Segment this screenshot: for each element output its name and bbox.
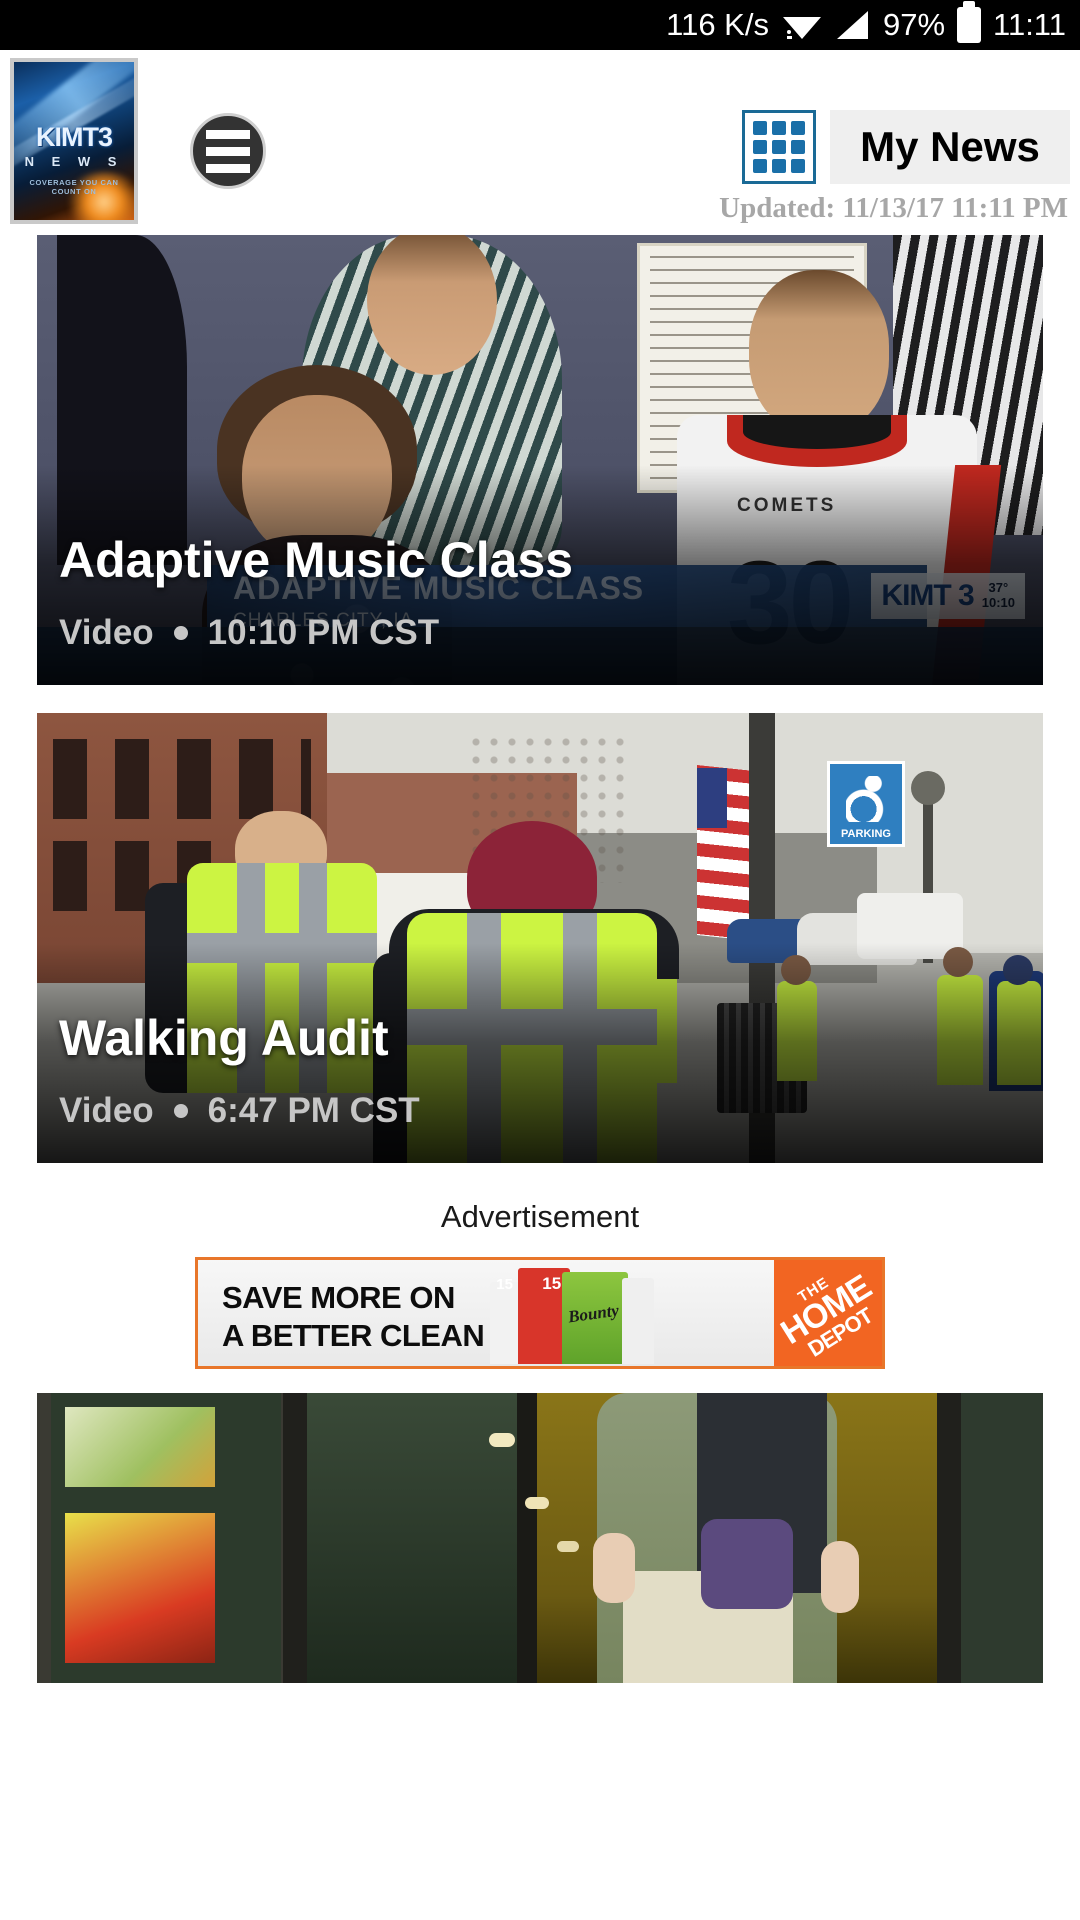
grid-cell	[791, 140, 805, 154]
storefront-glass-right	[961, 1393, 1043, 1683]
card-title: Adaptive Music Class	[59, 532, 574, 588]
my-news-button[interactable]: My News	[830, 110, 1070, 184]
grid-cell	[791, 121, 805, 135]
meta-separator-dot-icon	[173, 626, 188, 640]
ad-headline-line-2: A BETTER CLEAN	[222, 1318, 485, 1353]
ad-headline: SAVE MORE ON A BETTER CLEAN	[198, 1260, 485, 1366]
status-bar: 116 K/s 97% 11:11	[0, 0, 1080, 50]
advertisement-section: Advertisement SAVE MORE ON A BETTER CLEA…	[0, 1191, 1080, 1369]
ceiling-light-3	[557, 1541, 579, 1552]
grid-cell	[791, 159, 805, 173]
clock-text: 11:11	[993, 7, 1066, 42]
app-header: KIMT3 N E W S COVERAGE YOU CAN COUNT ON …	[0, 50, 1080, 235]
hamburger-bar-2	[206, 146, 250, 156]
product-badge-1-text: 15	[496, 1276, 513, 1293]
station-logo-artwork: KIMT3 N E W S COVERAGE YOU CAN COUNT ON	[14, 62, 134, 220]
grid-cell	[772, 140, 786, 154]
home-depot-logo: THE HOME DEPOT	[774, 1260, 882, 1366]
door-post-middle	[517, 1393, 537, 1683]
card-timestamp: 6:47 PM CST	[207, 1091, 420, 1130]
door-post-right	[937, 1393, 961, 1683]
meta-separator-dot-icon	[173, 1104, 188, 1118]
station-logo[interactable]: KIMT3 N E W S COVERAGE YOU CAN COUNT ON	[10, 58, 138, 224]
home-depot-logo-text: THE HOME DEPOT	[774, 1260, 882, 1366]
ad-headline-line-1: SAVE MORE ON	[222, 1280, 455, 1316]
street-lamp-head	[911, 771, 945, 805]
window-poster-bottom	[65, 1513, 215, 1663]
hamburger-bar-3	[206, 163, 250, 173]
ad-product-image: 15 15 Bounty	[484, 1260, 774, 1366]
card-timestamp: 10:10 PM CST	[207, 613, 440, 652]
card-meta: Video 10:10 PM CST	[59, 613, 439, 653]
hamburger-bar-1	[206, 129, 250, 139]
battery-percent-text: 97%	[882, 7, 946, 42]
window-poster-top	[65, 1407, 215, 1487]
last-updated-text: Updated: 11/13/17 11:11 PM	[719, 192, 1068, 224]
grid-view-icon[interactable]	[742, 110, 816, 184]
boy-head	[749, 270, 889, 435]
news-feed-continued	[0, 1393, 1080, 1683]
product-badge-2-text: 15	[542, 1274, 562, 1293]
person-hand-right	[821, 1541, 859, 1613]
card-thumbnail-image	[37, 1393, 1043, 1683]
card-title: Walking Audit	[59, 1010, 389, 1066]
product-pack-white-2	[622, 1278, 655, 1364]
news-card-walking-audit[interactable]: PARKING Walking Audit Video 6:47 PM CST	[37, 713, 1043, 1163]
person-hand-left	[593, 1533, 635, 1603]
battery-icon	[957, 1, 982, 43]
grid-cell	[772, 121, 786, 135]
news-feed: COMETS 30 ADAPTIVE MUSIC CLASS CHARLES C…	[0, 235, 1080, 1163]
ceiling-light-2	[525, 1497, 549, 1509]
card-media-type: Video	[59, 613, 154, 652]
storefront-glass-middle	[307, 1393, 517, 1683]
boy-jersey-collar-black	[743, 415, 891, 449]
advertisement-banner[interactable]: SAVE MORE ON A BETTER CLEAN 15 15 Bounty…	[195, 1257, 885, 1369]
wheelchair-icon	[846, 776, 890, 822]
network-speed-text: 116 K/s	[666, 7, 769, 42]
wifi-icon	[781, 8, 823, 42]
logo-tagline-text: COVERAGE YOU CAN COUNT ON	[29, 178, 119, 196]
logo-news-text: N E W S	[24, 154, 124, 169]
parking-sign-text: PARKING	[841, 828, 891, 840]
grid-cell	[753, 140, 767, 154]
cellular-signal-icon	[835, 8, 871, 42]
door-post-left	[283, 1393, 307, 1683]
advertisement-label: Advertisement	[440, 1199, 640, 1234]
flag-union	[697, 768, 727, 828]
news-card-adaptive-music-class[interactable]: COMETS 30 ADAPTIVE MUSIC CLASS CHARLES C…	[37, 235, 1043, 685]
card-media-type: Video	[59, 1091, 154, 1130]
card-meta: Video 6:47 PM CST	[59, 1091, 420, 1131]
person-bag	[701, 1519, 793, 1609]
grid-cell	[753, 121, 767, 135]
grid-cell	[753, 159, 767, 173]
hamburger-menu-icon[interactable]	[190, 113, 266, 189]
accessible-parking-sign: PARKING	[827, 761, 905, 847]
ceiling-light-1	[489, 1433, 515, 1447]
news-card-partial[interactable]	[37, 1393, 1043, 1683]
grid-cell	[772, 159, 786, 173]
logo-station-text: KIMT3	[36, 122, 113, 152]
